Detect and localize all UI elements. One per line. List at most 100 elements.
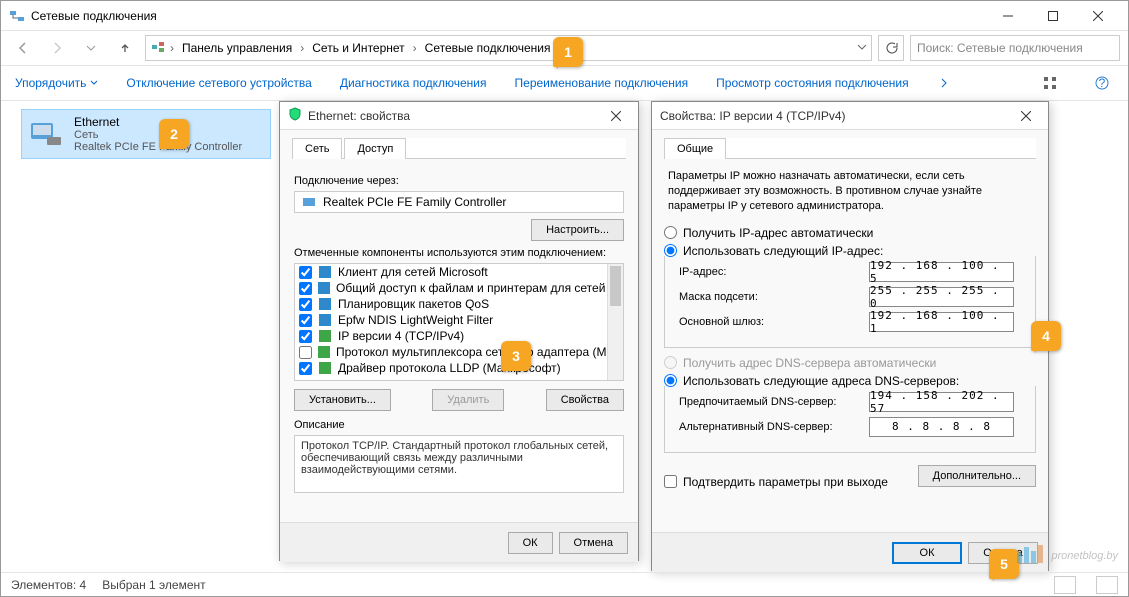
component-row[interactable]: Драйвер протокола LLDP (Майкрософт) [295,360,623,376]
component-icon [318,297,332,311]
recent-button[interactable] [77,34,105,62]
adapter-icon [26,114,66,154]
status-bar: Элементов: 4 Выбран 1 элемент [1,572,1128,596]
component-checkbox[interactable] [299,282,312,295]
dns1-label: Предпочитаемый DNS-сервер: [679,396,869,408]
description-label: Описание [294,419,624,431]
description-text: Протокол TCP/IP. Стандартный протокол гл… [294,435,624,493]
validate-checkbox[interactable]: Подтвердить параметры при выходе [664,475,888,489]
ipv4-properties-dialog: Свойства: IP версии 4 (TCP/IPv4) Общие П… [651,101,1049,571]
organize-menu[interactable]: Упорядочить [15,76,98,90]
breadcrumb-item[interactable]: Сетевые подключения [421,39,555,57]
ok-button[interactable]: ОК [508,532,553,554]
item-count: Элементов: 4 [11,578,86,592]
component-icon [318,281,330,295]
status-cmd[interactable]: Просмотр состояния подключения [716,76,908,90]
component-checkbox[interactable] [299,362,312,375]
breadcrumb[interactable]: › Панель управления › Сеть и Интернет › … [145,35,872,61]
view-large-icon[interactable] [1054,576,1076,594]
maximize-button[interactable] [1030,1,1075,30]
back-button[interactable] [9,34,37,62]
callout-5: 5 [989,549,1019,579]
tab-general[interactable]: Общие [664,138,726,159]
component-checkbox[interactable] [299,266,312,279]
chevron-down-icon[interactable] [857,41,867,55]
ethernet-properties-dialog: Ethernet: свойства Сеть Доступ Подключен… [279,101,639,561]
callout-1: 1 [553,37,583,67]
tab-access[interactable]: Доступ [344,138,406,159]
component-icon [318,313,332,327]
component-icon [318,329,332,343]
component-label: Протокол мультиплексора сетевого адаптер… [336,345,620,359]
component-row[interactable]: Общий доступ к файлам и принтерам для се… [295,280,623,296]
breadcrumb-item[interactable]: Сеть и Интернет [308,39,408,57]
ip-label: IP-адрес: [679,266,869,278]
install-button[interactable]: Установить... [294,389,391,411]
mask-label: Маска подсети: [679,291,869,303]
app-icon [9,8,25,24]
content-area: Ethernet Сеть Realtek PCIe FE Family Con… [1,101,1128,574]
configure-button[interactable]: Настроить... [531,219,624,241]
forward-button[interactable] [43,34,71,62]
svg-text:?: ? [1099,76,1106,90]
view-icon[interactable] [1038,71,1062,95]
component-row[interactable]: IP версии 4 (TCP/IPv4) [295,328,623,344]
dns2-label: Альтернативный DNS-сервер: [679,421,869,433]
dns1-field[interactable]: 194 . 158 . 202 . 57 [869,392,1014,412]
breadcrumb-item[interactable]: Панель управления [178,39,296,57]
window-title: Сетевые подключения [31,9,985,23]
component-label: Epfw NDIS LightWeight Filter [338,313,493,327]
component-checkbox[interactable] [299,330,312,343]
chevron-right-icon[interactable] [937,76,951,90]
component-label: Планировщик пакетов QoS [338,297,489,311]
chevron-right-icon[interactable]: › [168,41,176,55]
cancel-button[interactable]: Отмена [559,532,628,554]
adapter-item[interactable]: Ethernet Сеть Realtek PCIe FE Family Con… [21,109,271,159]
watermark: pronetblog.by [1017,545,1118,566]
ip-field[interactable]: 192 . 168 . 100 . 5 [869,262,1014,282]
command-bar: Упорядочить Отключение сетевого устройст… [1,65,1128,101]
disable-device-cmd[interactable]: Отключение сетевого устройства [126,76,311,90]
rename-cmd[interactable]: Переименование подключения [515,76,689,90]
components-list[interactable]: Клиент для сетей MicrosoftОбщий доступ к… [294,263,624,381]
ok-button[interactable]: ОК [892,542,962,564]
component-row[interactable]: Протокол мультиплексора сетевого адаптер… [295,344,623,360]
properties-button[interactable]: Свойства [546,389,624,411]
gw-field[interactable]: 192 . 168 . 100 . 1 [869,312,1014,332]
advanced-button[interactable]: Дополнительно... [918,465,1036,487]
component-checkbox[interactable] [299,298,312,311]
device-field: Realtek PCIe FE Family Controller [294,191,624,213]
tabs: Сеть Доступ [292,138,626,159]
diagnose-cmd[interactable]: Диагностика подключения [340,76,487,90]
component-checkbox[interactable] [299,314,312,327]
component-icon [318,265,332,279]
radio-auto-ip[interactable]: Получить IP-адрес автоматически [664,224,1036,242]
dns2-field[interactable]: 8 . 8 . 8 . 8 [869,417,1014,437]
minimize-button[interactable] [985,1,1030,30]
close-icon[interactable] [602,103,630,129]
refresh-button[interactable] [878,35,904,61]
tabs: Общие [664,138,1036,159]
component-label: IP версии 4 (TCP/IPv4) [338,329,464,343]
callout-4: 4 [1031,321,1061,351]
component-checkbox[interactable] [299,346,312,359]
tab-network[interactable]: Сеть [292,138,342,159]
dialog-title: Ethernet: свойства [308,109,602,123]
components-label: Отмеченные компоненты используются этим … [294,247,624,259]
up-button[interactable] [111,34,139,62]
uninstall-button[interactable]: Удалить [432,389,504,411]
chevron-right-icon[interactable]: › [298,41,306,55]
close-icon[interactable] [1012,103,1040,129]
scrollbar[interactable] [607,264,623,380]
gw-label: Основной шлюз: [679,316,869,328]
mask-field[interactable]: 255 . 255 . 255 . 0 [869,287,1014,307]
component-row[interactable]: Клиент для сетей Microsoft [295,264,623,280]
component-row[interactable]: Epfw NDIS LightWeight Filter [295,312,623,328]
help-icon[interactable]: ? [1090,71,1114,95]
component-row[interactable]: Планировщик пакетов QoS [295,296,623,312]
search-input[interactable]: Поиск: Сетевые подключения [910,35,1120,61]
breadcrumb-root-icon [150,39,166,58]
close-button[interactable] [1075,1,1120,30]
chevron-right-icon[interactable]: › [411,41,419,55]
view-details-icon[interactable] [1096,576,1118,594]
